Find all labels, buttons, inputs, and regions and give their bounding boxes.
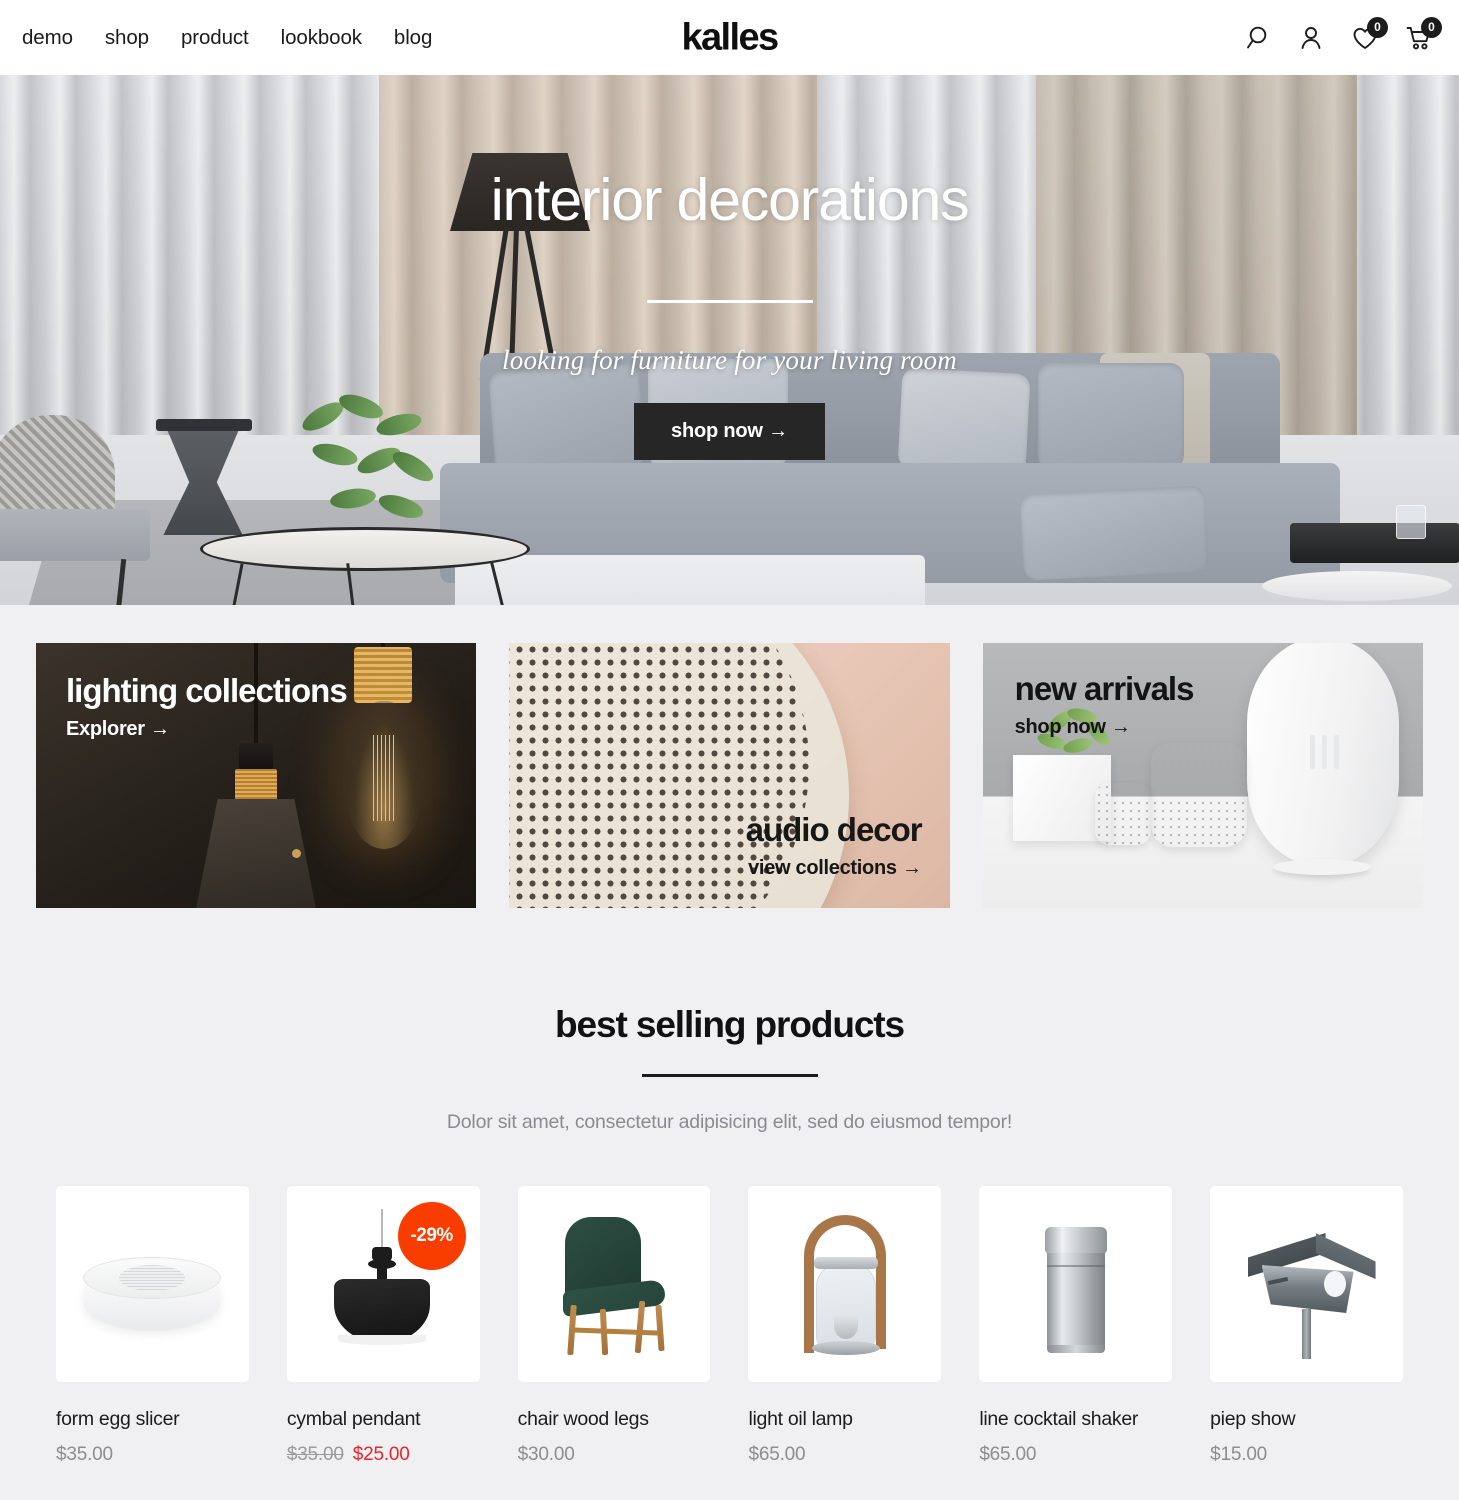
section-subtitle: Dolor sit amet, consectetur adipisicing … — [446, 1111, 1013, 1133]
nav-item-demo[interactable]: demo — [22, 26, 73, 50]
hero-subtitle: looking for furniture for your living ro… — [502, 344, 957, 375]
product-image-line-cocktail-shaker[interactable] — [979, 1186, 1173, 1382]
sale-badge: -29% — [397, 1202, 466, 1270]
product-name[interactable]: line cocktail shaker — [979, 1408, 1172, 1431]
product-image-cymbal-pendant[interactable]: -29% — [286, 1186, 480, 1382]
product-price: $30.00 — [517, 1444, 575, 1465]
product-name[interactable]: light oil lamp — [748, 1408, 941, 1431]
user-icon[interactable] — [1297, 24, 1325, 52]
header-actions: 0 0 — [1243, 16, 1442, 52]
product-card-cymbal-pendant[interactable]: -29% cymbal pendant $35.00 $25.00 — [286, 1186, 480, 1466]
product-name[interactable]: piep show — [1210, 1408, 1403, 1431]
promo-cards: lighting collections Explorer → audio de… — [0, 605, 1459, 908]
product-image-form-egg-slicer[interactable] — [56, 1186, 249, 1382]
promo-title-new-arrivals: new arrivals — [1014, 670, 1195, 707]
product-image-light-oil-lamp[interactable] — [748, 1186, 942, 1382]
promo-title-audio: audio decor — [745, 810, 923, 848]
site-logo[interactable]: kalles — [681, 16, 779, 59]
cart-icon[interactable]: 0 — [1405, 16, 1442, 52]
best-selling-section: best selling products Dolor sit amet, co… — [0, 908, 1459, 1134]
product-grid: form egg slicer $35.00 -29% cymbal penda… — [0, 1134, 1459, 1466]
hero-shop-now-button[interactable]: shop now → — [634, 402, 825, 460]
wishlist-count-badge: 0 — [1367, 16, 1388, 38]
promo-link-new-arrivals[interactable]: shop now → — [1015, 716, 1194, 739]
product-card-chair-wood-legs[interactable]: chair wood legs $30.00 — [517, 1186, 711, 1466]
product-price: $35.00 $25.00 — [287, 1444, 480, 1466]
product-card-light-oil-lamp[interactable]: light oil lamp $65.00 — [748, 1186, 942, 1466]
product-image-piep-show[interactable] — [1210, 1186, 1403, 1382]
promo-card-new-arrivals[interactable]: new arrivals shop now → — [982, 643, 1423, 908]
promo-link-audio[interactable]: view collections → — [746, 857, 922, 880]
hero-divider — [646, 299, 813, 303]
search-icon[interactable] — [1243, 24, 1271, 52]
product-old-price: $35.00 — [286, 1444, 344, 1465]
promo-card-lighting-collections[interactable]: lighting collections Explorer → — [36, 643, 477, 908]
product-name[interactable]: cymbal pendant — [287, 1408, 480, 1431]
product-name[interactable]: chair wood legs — [518, 1408, 711, 1431]
main-navigation: demo shop product lookbook blog — [22, 26, 432, 50]
product-card-line-cocktail-shaker[interactable]: line cocktail shaker $65.00 — [979, 1186, 1173, 1466]
hero-title: interior decorations — [490, 167, 970, 233]
product-card-form-egg-slicer[interactable]: form egg slicer $35.00 — [56, 1186, 249, 1466]
promo-title-lighting: lighting collections — [66, 672, 348, 709]
nav-item-blog[interactable]: blog — [394, 26, 432, 50]
product-price: $65.00 — [979, 1444, 1037, 1465]
product-card-piep-show[interactable]: piep show $15.00 — [1210, 1186, 1403, 1466]
product-price: $15.00 — [1210, 1444, 1268, 1465]
site-header: demo shop product lookbook blog kalles 0 — [0, 0, 1459, 75]
nav-item-shop[interactable]: shop — [105, 26, 149, 50]
wishlist-icon[interactable]: 0 — [1351, 16, 1388, 52]
cart-count-badge: 0 — [1421, 16, 1442, 38]
promo-link-lighting[interactable]: Explorer → — [66, 718, 347, 741]
promo-card-audio-decor[interactable]: audio decor view collections → — [509, 643, 950, 908]
nav-item-product[interactable]: product — [181, 26, 249, 50]
section-title: best selling products — [554, 1004, 905, 1045]
product-price: $65.00 — [748, 1444, 806, 1465]
product-sale-price: $25.00 — [352, 1444, 410, 1465]
product-price: $35.00 — [56, 1444, 113, 1465]
nav-item-lookbook[interactable]: lookbook — [281, 26, 362, 50]
product-name[interactable]: form egg slicer — [56, 1408, 249, 1431]
hero-banner[interactable]: interior decorations looking for furnitu… — [0, 75, 1459, 605]
product-image-chair-wood-legs[interactable] — [517, 1186, 711, 1382]
hero-content: interior decorations looking for furnitu… — [0, 75, 1459, 605]
section-divider — [641, 1074, 818, 1077]
